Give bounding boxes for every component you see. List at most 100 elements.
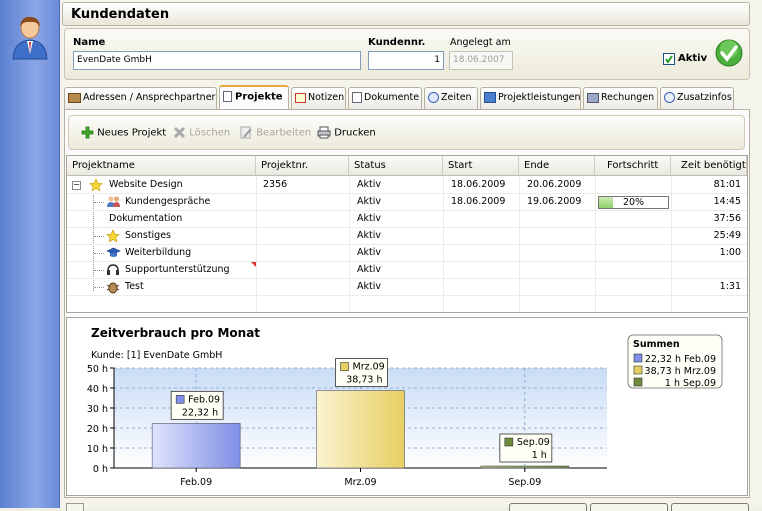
- x-tick-label: Mrz.09: [344, 477, 376, 488]
- project-start: 18.06.2009: [451, 179, 506, 190]
- y-tick-label: 40 h: [87, 384, 108, 395]
- new-project-button[interactable]: Neues Projekt: [81, 126, 166, 139]
- address-icon: [68, 92, 81, 103]
- project-time: 14:45: [713, 196, 741, 207]
- delete-button[interactable]: Löschen: [173, 126, 230, 139]
- legend-swatch: [633, 365, 643, 375]
- data-label-category: Feb.09: [188, 394, 220, 405]
- left-sidebar: [0, 0, 60, 508]
- tab-notizen[interactable]: Notizen: [291, 87, 346, 109]
- table-row[interactable]: − Website Design 2356 Aktiv 18.06.2009 2…: [67, 177, 747, 194]
- y-tick-label: 30 h: [87, 404, 108, 415]
- tab-dokumente[interactable]: Dokumente: [348, 87, 422, 109]
- window-titlebar: Kundendaten: [62, 2, 750, 26]
- customer-number-field[interactable]: 1: [368, 51, 444, 70]
- services-icon: [484, 92, 496, 103]
- star-icon: [89, 178, 103, 192]
- tree-guide: [94, 270, 104, 271]
- tab-zusatzinfos[interactable]: Zusatzinfos: [660, 87, 734, 109]
- bug-icon: [106, 282, 120, 294]
- print-label: Drucken: [334, 127, 376, 139]
- tab-projekte[interactable]: Projekte: [219, 85, 289, 109]
- project-status: Aktiv: [357, 213, 381, 224]
- print-button[interactable]: Drucken: [317, 126, 376, 139]
- legend-swatch: [633, 377, 643, 387]
- data-label-swatch: [504, 437, 514, 447]
- checkmark-icon: [665, 55, 673, 64]
- people-icon: [107, 196, 120, 207]
- delete-label: Löschen: [189, 127, 231, 139]
- star-icon: [106, 229, 120, 243]
- project-start: 18.06.2009: [451, 196, 506, 207]
- active-checkbox[interactable]: [663, 53, 675, 65]
- tab-label: Zeiten: [441, 92, 472, 103]
- collapse-toggle-icon[interactable]: −: [72, 181, 81, 190]
- active-label: Aktiv: [678, 53, 708, 64]
- project-end: 19.06.2009: [527, 196, 582, 207]
- footer-button[interactable]: [590, 503, 668, 511]
- project-name: Weiterbildung: [125, 247, 192, 258]
- tab-label: Adressen / Ansprechpartner: [83, 92, 216, 103]
- data-label-swatch: [340, 362, 349, 371]
- column-header-ende[interactable]: Ende: [519, 156, 595, 176]
- bar: [480, 465, 570, 469]
- documents-icon: [352, 92, 362, 103]
- tab-zeiten[interactable]: Zeiten: [424, 87, 478, 109]
- project-name: Dokumentation: [109, 213, 183, 224]
- customer-header-panel: Name EvenDate GmbH Kundennr. 1 Angelegt …: [64, 28, 750, 80]
- created-date-field: 18.06.2007: [449, 51, 513, 70]
- tab-projektleistungen[interactable]: Projektleistungen: [480, 87, 581, 109]
- footer-button[interactable]: [509, 503, 587, 511]
- table-row[interactable]: Kundengespräche Aktiv 18.06.2009 19.06.2…: [67, 194, 747, 211]
- table-row[interactable]: Sonstiges Aktiv 25:49: [67, 228, 747, 245]
- table-row[interactable]: Test Aktiv 1:31: [67, 279, 747, 296]
- tree-guide: [94, 253, 104, 254]
- tab-adressen[interactable]: Adressen / Ansprechpartner: [64, 87, 217, 109]
- legend-entry: 38,73 h Mrz.09: [645, 366, 716, 377]
- column-header-projektnr[interactable]: Projektnr.: [256, 156, 349, 176]
- created-label: Angelegt am: [450, 37, 511, 48]
- data-label-value: 22,32 h: [182, 407, 218, 418]
- column-header-fortschritt[interactable]: Fortschritt: [595, 156, 671, 176]
- y-tick-label: 10 h: [87, 444, 108, 455]
- tree-guide: [94, 287, 104, 288]
- customer-number-label: Kundennr.: [368, 37, 426, 48]
- column-header-start[interactable]: Start: [443, 156, 519, 176]
- column-header-projektname[interactable]: Projektname: [67, 156, 256, 176]
- time-chart: Zeitverbrauch pro Monat Kunde: [1] EvenD…: [87, 326, 723, 488]
- project-grid: Projektname Projektnr. Status Start Ende…: [66, 155, 748, 313]
- legend-entry: 1 h Sep.09: [665, 378, 716, 389]
- project-number: 2356: [263, 179, 288, 190]
- footer-small-button[interactable]: [66, 503, 84, 511]
- document-icon: [223, 91, 232, 102]
- footer-button[interactable]: [671, 503, 749, 511]
- info-icon: [664, 92, 675, 103]
- tree-guide: [94, 202, 104, 203]
- table-row[interactable]: Dokumentation Aktiv 37:56: [67, 211, 747, 228]
- project-name: Supportunterstützung: [125, 264, 230, 275]
- headset-icon: [107, 264, 119, 275]
- tab-rechungen[interactable]: Rechungen: [583, 87, 658, 109]
- tree-guide: [94, 236, 104, 237]
- table-row[interactable]: Supportunterstützung Aktiv: [67, 262, 747, 279]
- edit-button[interactable]: Bearbeiten: [240, 126, 311, 139]
- table-row[interactable]: Weiterbildung Aktiv 1:00: [67, 245, 747, 262]
- progress-text: 20%: [622, 197, 645, 208]
- project-name: Sonstiges: [125, 230, 172, 241]
- name-field[interactable]: EvenDate GmbH: [73, 51, 361, 70]
- tab-bar: Adressen / Ansprechpartner Projekte Noti…: [64, 85, 744, 109]
- column-header-status[interactable]: Status: [349, 156, 443, 176]
- note-icon: [295, 92, 306, 103]
- project-time: 1:31: [719, 281, 741, 292]
- column-header-zeit[interactable]: Zeit benötigt: [671, 156, 747, 176]
- data-label-value: 1 h: [532, 450, 547, 461]
- project-status: Aktiv: [357, 179, 381, 190]
- y-tick-label: 50 h: [87, 364, 108, 375]
- add-icon: [81, 126, 94, 139]
- active-status-icon: [715, 39, 743, 67]
- project-status: Aktiv: [357, 281, 381, 292]
- project-time: 25:49: [713, 230, 741, 241]
- legend-swatch: [633, 353, 643, 363]
- data-label-value: 38,73 h: [346, 375, 382, 386]
- printer-icon: [317, 126, 331, 139]
